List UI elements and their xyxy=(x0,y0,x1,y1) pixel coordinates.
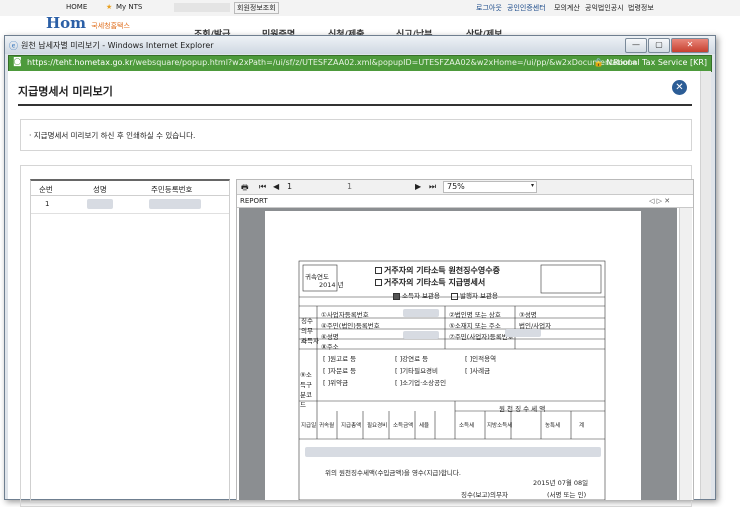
type-3: [ ]인적용역 xyxy=(465,355,497,363)
col-2: 지급총액 xyxy=(341,423,362,429)
print-icon[interactable]: 🖶 xyxy=(241,182,249,196)
next-page-icon[interactable]: ▶ xyxy=(415,182,421,191)
page-icon: ◙ xyxy=(13,57,22,67)
col-4: 소득금액 xyxy=(393,423,414,429)
ie-icon: ⓔ xyxy=(9,42,19,52)
page-title: 지급명세서 미리보기 xyxy=(18,85,113,98)
doc-title-2: 거주자의 기타소득 지급명세서 xyxy=(375,277,485,288)
redacted-value xyxy=(505,329,541,337)
confirm-text: 위의 원천징수세액(수입금액)을 영수(지급)합니다. xyxy=(325,469,461,477)
col-5: 세율 xyxy=(419,423,430,429)
col-rrn: 주민등록번호 xyxy=(151,185,193,194)
url-path: /websquare/popup.html?w2xPath=/ui/sf/z/U… xyxy=(132,58,638,67)
year-value: 2014 년 xyxy=(319,281,344,289)
member-info-button[interactable]: 회원정보조회 xyxy=(234,2,279,14)
close-icon[interactable]: ✕ xyxy=(672,80,687,95)
col-name: 성명 xyxy=(93,185,107,194)
issue-date: 2015년 07월 08일 xyxy=(533,479,589,487)
type-2: [ ]강연료 등 xyxy=(395,355,429,363)
window-title: 원천 납세자별 미리보기 - Windows Internet Explorer xyxy=(21,41,214,50)
payer-brn: ①사업자등록번호 xyxy=(321,311,369,319)
name-blur xyxy=(87,199,113,209)
first-page-icon[interactable]: ⏮ xyxy=(259,182,266,192)
viewer-toolbar: 🖶 ⏮ ◀ 1 1 ▶ ⏭ 75% ▾ xyxy=(237,180,693,195)
page-input[interactable]: 1 xyxy=(287,182,292,191)
law-info-link[interactable]: 법령정보 xyxy=(628,3,654,13)
type-6: [ ]사례금 xyxy=(465,367,491,375)
star-icon: ★ xyxy=(106,3,113,11)
viewer-scrollbar[interactable] xyxy=(679,208,692,500)
tab-report[interactable]: REPORT xyxy=(240,197,268,205)
col-9: 계 xyxy=(579,423,585,429)
popup-page: 지급명세서 미리보기 ✕ · 지급명세서 미리보기 하신 후 인쇄하실 수 있습… xyxy=(8,71,711,507)
doc-title-1: 거주자의 기타소득 원천징수영수증 xyxy=(375,265,500,276)
mynts-link[interactable]: My NTS xyxy=(116,3,142,11)
address-bar[interactable]: ◙ https://teht.hometax.go.kr/websquare/p… xyxy=(8,55,712,72)
type-5: [ ]기타필요경비 xyxy=(395,367,439,375)
page-scrollbar[interactable] xyxy=(700,71,711,499)
col-1: 귀속월 xyxy=(319,423,335,429)
document-area: 귀속연도 2014 년 거주자의 기타소득 원천징수영수증 거주자의 기타소득 … xyxy=(239,208,677,500)
income-address: ⑧주소 xyxy=(321,343,339,351)
row-no: 1 xyxy=(45,200,50,208)
col-0: 지급일 xyxy=(301,423,317,429)
home-link[interactable]: HOME xyxy=(66,3,87,11)
chevron-down-icon: ▾ xyxy=(530,182,534,189)
document-page: 귀속연도 2014 년 거주자의 기타소득 원천징수영수증 거주자의 기타소득 … xyxy=(265,211,641,500)
notice-text: · 지급명세서 미리보기 하신 후 인쇄하실 수 있습니다. xyxy=(29,131,196,140)
col-no: 순번 xyxy=(39,185,53,194)
col-8: 농특세 xyxy=(545,423,561,429)
payer-id: ④주민(법인)등록번호 xyxy=(321,322,380,330)
redacted-value xyxy=(403,309,439,317)
cert-center-link[interactable]: 공인인증센터 xyxy=(507,3,546,13)
table-header: 순번 성명 주민등록번호 xyxy=(31,181,229,196)
lock-icon: 🔒 xyxy=(593,58,604,67)
notice-box: · 지급명세서 미리보기 하신 후 인쇄하실 수 있습니다. xyxy=(20,119,692,151)
zoom-value: 75% xyxy=(447,182,465,191)
table-row[interactable]: 1 xyxy=(31,196,229,214)
recipient-table: 순번 성명 주민등록번호 1 xyxy=(30,179,230,502)
viewer-tabbar: REPORT ◁ ▷ ✕ xyxy=(237,195,693,208)
redacted-row xyxy=(305,447,601,457)
payer-address: ⑤소재지 또는 주소 xyxy=(449,322,501,330)
type-7: [ ]위약금 xyxy=(323,379,349,387)
payer-name: ②법인명 또는 상호 xyxy=(449,311,501,319)
zoom-select[interactable]: 75% ▾ xyxy=(443,181,537,193)
certificate-label[interactable]: National Tax Service [KR] xyxy=(606,58,707,67)
type-4: [ ]자문료 등 xyxy=(323,367,357,375)
close-window-button[interactable]: ✕ xyxy=(671,38,709,53)
window-titlebar[interactable]: ⓔ 원천 납세자별 미리보기 - Windows Internet Explor… xyxy=(5,36,715,54)
rrn-blur xyxy=(149,199,201,209)
ie-popup-window: ⓔ 원천 납세자별 미리보기 - Windows Internet Explor… xyxy=(4,35,716,507)
redacted-value xyxy=(403,331,439,339)
col-6: 소득세 xyxy=(459,423,475,429)
col-3: 필요경비 xyxy=(367,423,388,429)
withholding-header: 원 천 징 수 세 액 xyxy=(499,405,546,413)
copy-type-1: 소득자 보관용 xyxy=(393,290,440,300)
hometax-logo[interactable]: Hom 국세청홈택스 xyxy=(46,14,130,32)
logout-link[interactable]: 로그아웃 xyxy=(476,3,502,13)
last-page-icon[interactable]: ⏭ xyxy=(429,182,436,192)
payer-rep: ③성명 xyxy=(519,311,537,319)
report-viewer: 🖶 ⏮ ◀ 1 1 ▶ ⏭ 75% ▾ REPORT ◁ ▷ ✕ 귀속연도 20… xyxy=(236,179,694,501)
maximize-button[interactable]: ▢ xyxy=(648,38,670,53)
type-1: [ ]원고료 등 xyxy=(323,355,357,363)
income-name: ⑥성명 xyxy=(321,333,339,341)
url-host: https://teht.hometax.go.kr xyxy=(27,58,133,67)
prev-page-icon[interactable]: ◀ xyxy=(273,182,279,191)
type-label: ⑨소득구분코드 xyxy=(300,371,312,409)
username-blur xyxy=(174,3,230,12)
col-7: 지방소득세 xyxy=(487,423,513,429)
type-8: [ ]소기업·소상공인 xyxy=(395,379,447,387)
copy-type-2: 발행자 보관용 xyxy=(451,290,498,300)
public-corp-link[interactable]: 공익법인공시 xyxy=(585,3,624,13)
mock-calc-link[interactable]: 모의계산 xyxy=(554,3,580,13)
minimize-button[interactable]: — xyxy=(625,38,647,53)
total-pages: 1 xyxy=(347,182,353,191)
tab-scroll-icons[interactable]: ◁ ▷ ✕ xyxy=(649,197,670,205)
title-divider xyxy=(18,104,692,106)
income-label: 소득자 xyxy=(301,337,319,345)
